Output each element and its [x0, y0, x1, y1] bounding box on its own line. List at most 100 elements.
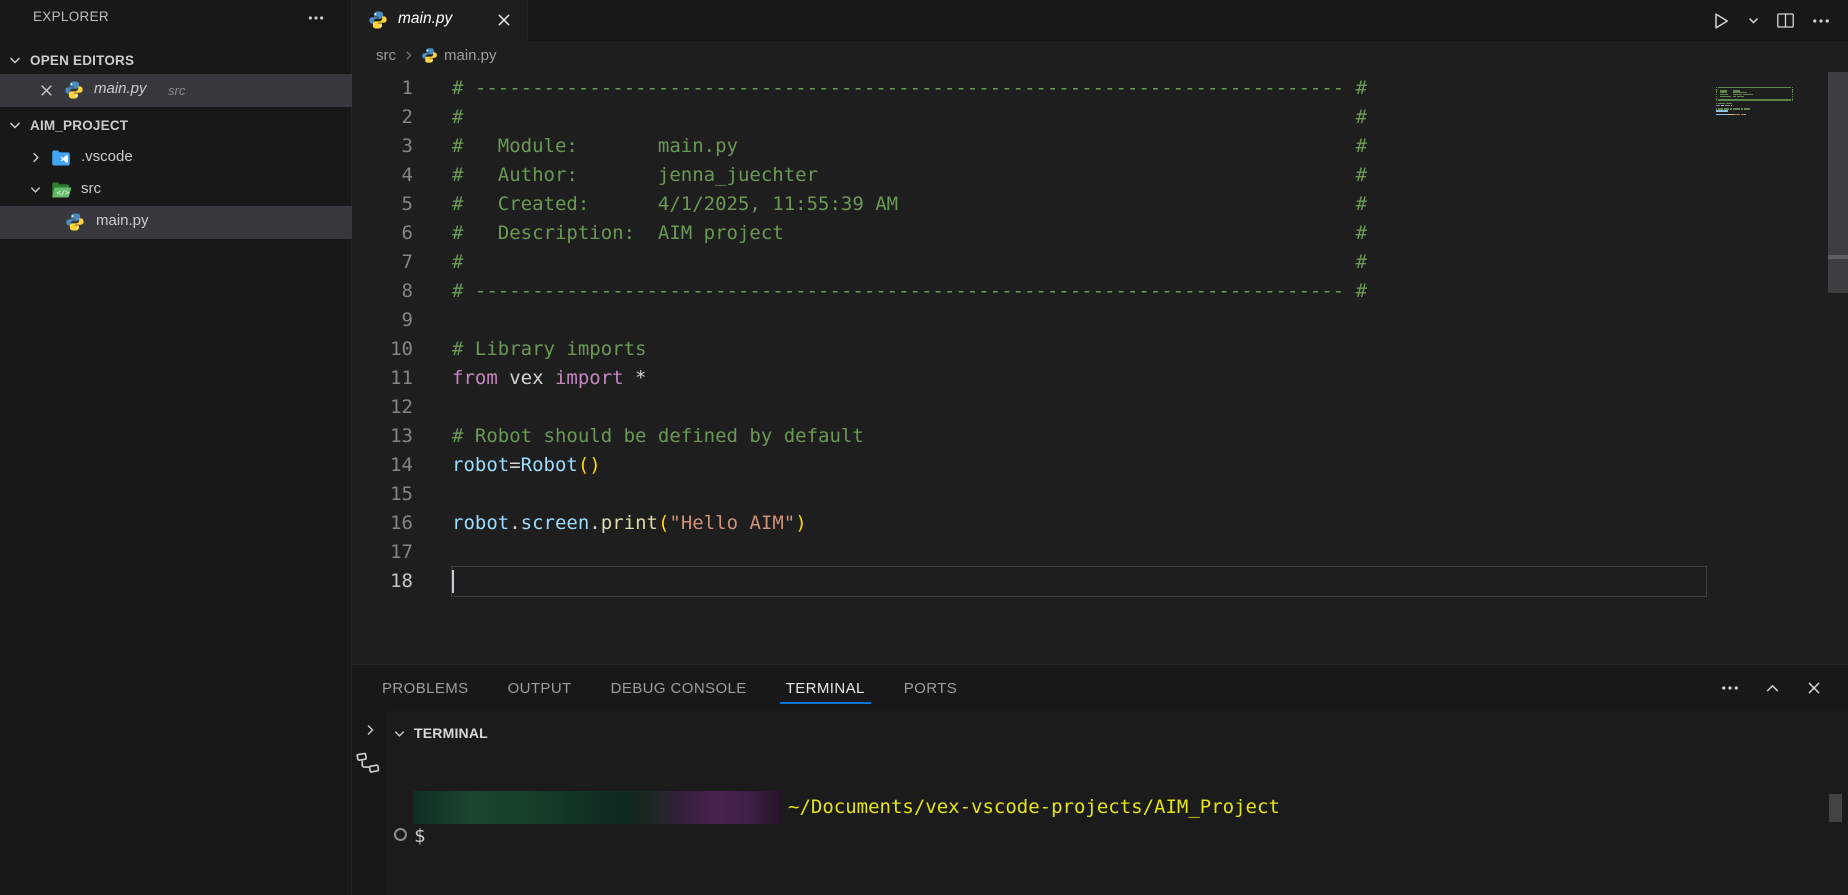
python-file-icon: [65, 212, 85, 232]
line-number[interactable]: 14: [352, 451, 413, 480]
line-number[interactable]: 12: [352, 393, 413, 422]
panel-more-actions-icon[interactable]: [1720, 678, 1740, 698]
tree-item-main-py[interactable]: main.py: [0, 206, 352, 239]
line-text: # #: [452, 103, 1367, 132]
line-text: # #: [452, 248, 1367, 277]
terminal-section-label: TERMINAL: [414, 725, 488, 741]
panel-tabs-row: PROBLEMS OUTPUT DEBUG CONSOLE TERMINAL PORTS: [352, 665, 1848, 711]
tree-indent-guide: [30, 206, 31, 239]
open-editor-item-main-py[interactable]: main.py src: [0, 74, 352, 107]
terminal-scrollbar[interactable]: [1829, 794, 1842, 822]
project-header[interactable]: AIM_PROJECT: [0, 111, 351, 139]
terminal-gutter-chevron-right-icon[interactable]: [362, 722, 378, 738]
tab-label: main.py: [398, 10, 452, 28]
code-editor[interactable]: 1 # -------------------------------------…: [352, 70, 1848, 664]
line-number[interactable]: 18: [352, 567, 413, 596]
run-dropdown-chevron-icon[interactable]: [1746, 10, 1760, 32]
svg-text:</>: </>: [57, 189, 70, 197]
editor-more-actions-icon[interactable]: [1810, 10, 1832, 32]
tree-item-src-folder[interactable]: </> src: [0, 174, 352, 206]
python-file-icon: [368, 10, 388, 30]
tree-item-label: main.py: [96, 212, 149, 229]
panel-tab-terminal[interactable]: TERMINAL: [784, 665, 867, 711]
open-editors-header[interactable]: OPEN EDITORS: [0, 46, 351, 74]
panel-actions: [1720, 665, 1824, 711]
python-file-icon: [64, 80, 84, 100]
tab-main-py[interactable]: main.py: [352, 0, 528, 41]
text-cursor: [452, 570, 454, 593]
open-editors-label: OPEN EDITORS: [30, 53, 134, 68]
project-name-label: AIM_PROJECT: [30, 118, 128, 133]
terminal-prompt: $: [414, 822, 425, 851]
explorer-more-actions-icon[interactable]: [303, 8, 329, 28]
panel-tab-output[interactable]: OUTPUT: [506, 665, 574, 711]
bottom-panel: PROBLEMS OUTPUT DEBUG CONSOLE TERMINAL PORTS: [352, 664, 1848, 895]
run-button[interactable]: [1710, 10, 1732, 32]
tab-close-icon[interactable]: [495, 11, 513, 29]
line-number[interactable]: 10: [352, 335, 413, 364]
tree-item-label: .vscode: [81, 148, 133, 165]
scrollbar-cursor-mark: [1828, 255, 1848, 259]
command-decoration-circle[interactable]: [394, 828, 407, 841]
line-text: # Author: jenna_juechter #: [452, 161, 1367, 190]
open-editor-folder-hint: src: [168, 83, 185, 98]
editor-area: main.py src: [352, 0, 1848, 664]
terminal-section-header[interactable]: TERMINAL: [392, 720, 488, 746]
line-text: # Module: main.py #: [452, 132, 1367, 161]
panel-maximize-chevron-icon[interactable]: [1762, 678, 1782, 698]
line-text: robot.screen.print("Hello AIM"): [452, 509, 807, 538]
breadcrumb-folder[interactable]: src: [376, 47, 396, 64]
line-number[interactable]: 3: [352, 132, 413, 161]
line-text: # Library imports: [452, 335, 646, 364]
tree-item-vscode-folder[interactable]: .vscode: [0, 142, 352, 174]
vscode-window: EXPLORER OPEN EDITORS main.py src AIM_PR…: [0, 0, 1848, 895]
python-file-icon: [421, 47, 438, 64]
line-number[interactable]: 8: [352, 277, 413, 306]
close-icon[interactable]: [38, 82, 55, 99]
chevron-down-icon: [28, 182, 43, 197]
line-number[interactable]: 11: [352, 364, 413, 393]
explorer-title-row: EXPLORER: [0, 0, 351, 40]
device-connection-icon[interactable]: [356, 751, 380, 775]
line-text: robot=Robot(): [452, 451, 601, 480]
editor-scrollbar[interactable]: [1828, 72, 1848, 293]
line-text: # Created: 4/1/2025, 11:55:39 AM #: [452, 190, 1367, 219]
minimap[interactable]: [1712, 74, 1812, 184]
open-editor-file-label: main.py: [94, 80, 147, 97]
line-text: from vex import *: [452, 364, 647, 393]
terminal-banner-gradient: [413, 791, 782, 824]
terminal-body[interactable]: TERMINAL ~/Documents/vex-vscode-projects…: [385, 711, 1848, 895]
breadcrumb-file[interactable]: main.py: [444, 47, 497, 64]
chevron-down-icon: [7, 117, 23, 133]
chevron-right-icon: [402, 49, 415, 62]
chevron-down-icon: [7, 52, 23, 68]
line-text: # --------------------------------------…: [452, 277, 1367, 306]
line-number[interactable]: 4: [352, 161, 413, 190]
current-line-highlight: [451, 566, 1707, 597]
line-number[interactable]: 17: [352, 538, 413, 567]
line-number[interactable]: 9: [352, 306, 413, 335]
panel-tab-debug-console[interactable]: DEBUG CONSOLE: [609, 665, 749, 711]
line-number[interactable]: 7: [352, 248, 413, 277]
line-number[interactable]: 1: [352, 74, 413, 103]
panel-close-icon[interactable]: [1804, 678, 1824, 698]
tree-item-label: src: [81, 180, 101, 197]
line-number[interactable]: 5: [352, 190, 413, 219]
explorer-sidebar: EXPLORER OPEN EDITORS main.py src AIM_PR…: [0, 0, 352, 895]
line-number[interactable]: 2: [352, 103, 413, 132]
chevron-right-icon: [28, 150, 43, 165]
line-text: # --------------------------------------…: [452, 74, 1367, 103]
editor-tabstrip: main.py: [352, 0, 1848, 41]
line-text: # Description: AIM project #: [452, 219, 1367, 248]
editor-actions: [1710, 0, 1832, 41]
panel-tab-problems[interactable]: PROBLEMS: [380, 665, 471, 711]
line-number[interactable]: 13: [352, 422, 413, 451]
vscode-folder-icon: [51, 148, 71, 168]
chevron-down-icon: [392, 726, 407, 741]
line-number[interactable]: 15: [352, 480, 413, 509]
line-number[interactable]: 16: [352, 509, 413, 538]
panel-tab-ports[interactable]: PORTS: [902, 665, 959, 711]
panel-tabs: PROBLEMS OUTPUT DEBUG CONSOLE TERMINAL PORTS: [380, 665, 959, 711]
split-editor-button[interactable]: [1774, 10, 1796, 32]
line-number[interactable]: 6: [352, 219, 413, 248]
